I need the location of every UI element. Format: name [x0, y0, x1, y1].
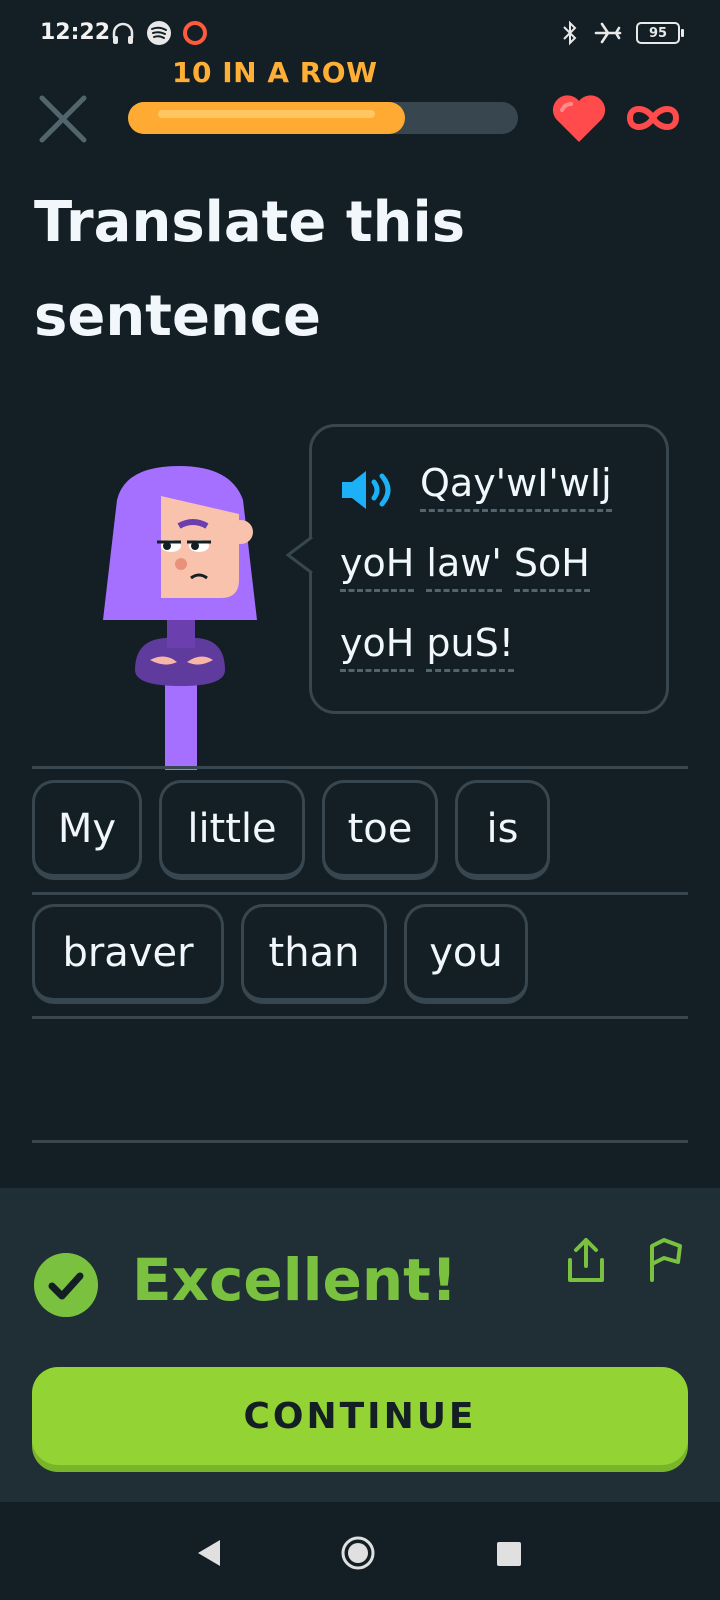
sentence-word[interactable]: yoH — [340, 541, 415, 592]
sentence-word[interactable]: Qay'wI'wIj — [420, 461, 612, 512]
report-flag-icon[interactable] — [644, 1236, 684, 1284]
progress-shine — [158, 110, 375, 118]
streak-label: 10 IN A ROW — [172, 56, 378, 89]
record-ring-icon — [183, 21, 207, 45]
progress-fill — [128, 102, 405, 134]
sentence-line-1: Qay'wI'wIj — [420, 461, 612, 512]
headphones-icon — [112, 22, 134, 44]
sentence-line-2: yoH law' SoH — [340, 541, 590, 592]
word-chip-you[interactable]: you — [404, 904, 528, 1004]
airplane-mode-icon — [594, 22, 622, 44]
answer-line — [32, 766, 688, 769]
answer-line — [32, 1016, 688, 1019]
sentence-word[interactable]: yoH — [340, 621, 415, 672]
word-chip-than[interactable]: than — [241, 904, 387, 1004]
spotify-icon — [147, 21, 171, 45]
sentence-word[interactable]: puS! — [426, 621, 514, 672]
sentence-word[interactable]: law' — [426, 541, 502, 592]
status-icons-left — [110, 18, 208, 48]
nav-recents-icon[interactable] — [497, 1542, 521, 1566]
close-icon[interactable] — [36, 92, 90, 146]
sentence-word[interactable]: SoH — [513, 541, 590, 592]
lesson-progress-bar — [128, 102, 518, 134]
word-chip-is[interactable]: is — [455, 780, 550, 880]
status-time: 12:22 — [40, 20, 111, 45]
check-icon — [34, 1253, 98, 1317]
speech-bubble-tail — [285, 535, 316, 575]
infinity-icon — [626, 106, 680, 130]
character-illustration — [103, 466, 257, 770]
sentence-line-3: yoH puS! — [340, 621, 514, 672]
battery-icon: 95 — [636, 22, 684, 44]
status-icons-right: 95 — [560, 18, 684, 48]
word-chip-little[interactable]: little — [159, 780, 305, 880]
word-chip-braver[interactable]: braver — [32, 904, 224, 1004]
answer-line — [32, 1140, 688, 1143]
heart-icon[interactable] — [550, 92, 608, 144]
feedback-message: Excellent! — [132, 1246, 458, 1314]
word-chip-toe[interactable]: toe — [322, 780, 438, 880]
word-chip-my[interactable]: My — [32, 780, 142, 880]
answer-line — [32, 892, 688, 895]
speaker-icon[interactable] — [340, 468, 404, 512]
continue-button[interactable]: CONTINUE — [32, 1367, 688, 1465]
nav-home-icon[interactable] — [340, 1535, 376, 1571]
page-title: Translate this sentence — [34, 190, 466, 349]
bluetooth-icon — [563, 20, 577, 46]
share-icon[interactable] — [566, 1236, 606, 1284]
battery-level: 95 — [648, 25, 668, 41]
nav-back-icon[interactable] — [196, 1538, 222, 1568]
